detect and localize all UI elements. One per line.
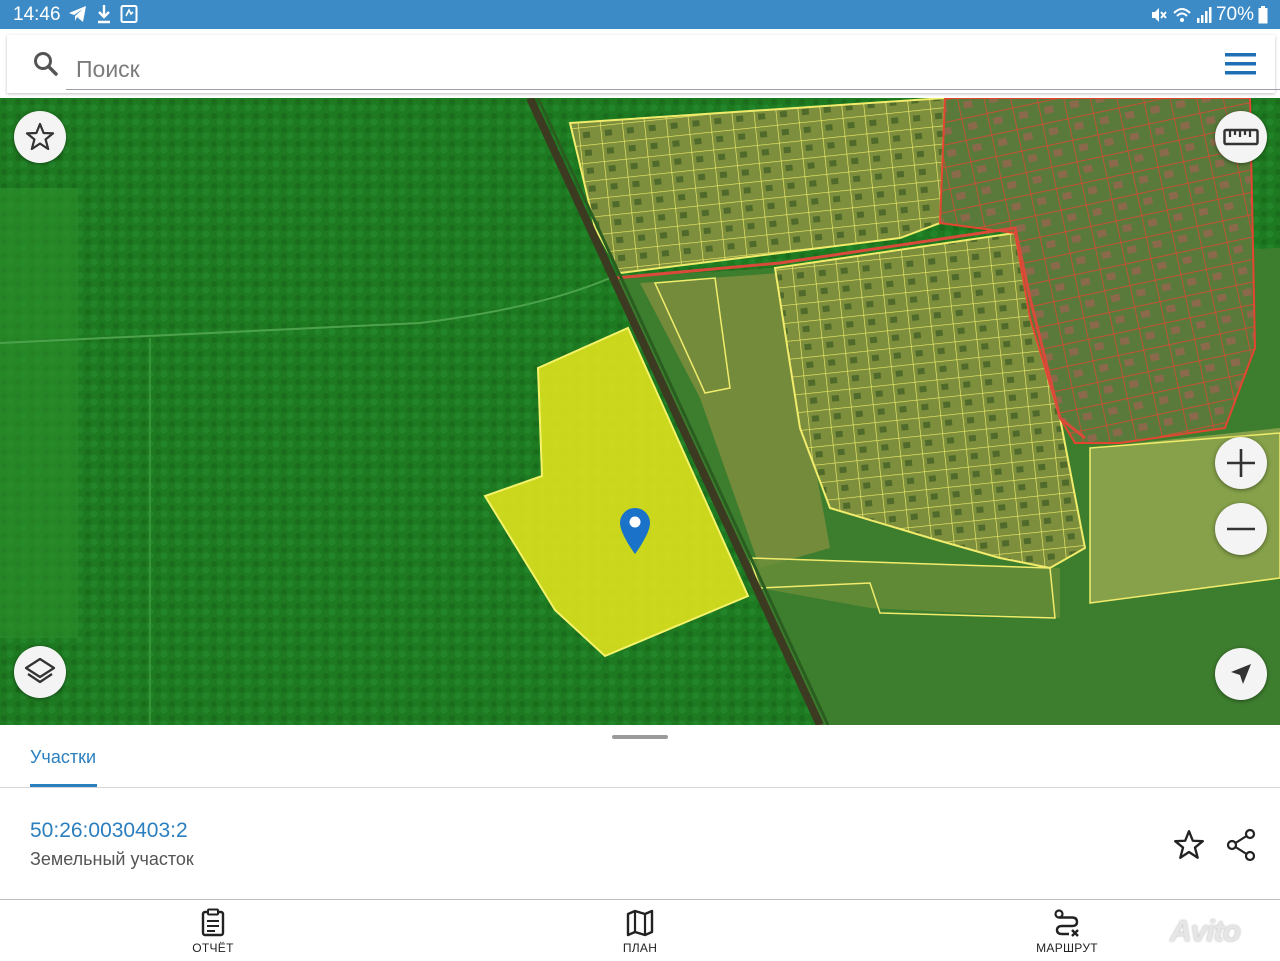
minus-icon <box>1227 527 1255 531</box>
avito-watermark: Avito <box>1170 915 1241 948</box>
battery-icon <box>1258 6 1268 24</box>
status-bar: 14:46 70% <box>0 0 1280 29</box>
bottom-navigation: ОТЧЁТ ПЛАН МАРШРУТ <box>0 899 1280 961</box>
ruler-icon <box>1223 128 1259 146</box>
clipboard-icon <box>120 5 138 23</box>
battery-percent: 70% <box>1215 4 1254 25</box>
divider <box>0 787 1280 788</box>
nav-plan[interactable]: ПЛАН <box>580 900 700 960</box>
nav-route[interactable]: МАРШРУТ <box>1007 900 1127 960</box>
wifi-icon <box>1173 8 1191 22</box>
nav-route-label: МАРШРУТ <box>1036 941 1098 955</box>
parcel-cadastral-number[interactable]: 50:26:0030403:2 <box>30 819 188 843</box>
navigation-arrow-icon <box>1231 664 1251 684</box>
search-icon[interactable] <box>33 51 59 77</box>
nav-plan-label: ПЛАН <box>622 941 658 955</box>
mute-icon <box>1151 8 1167 22</box>
favorite-button[interactable] <box>14 111 66 163</box>
signal-icon <box>1196 7 1212 23</box>
star-icon <box>25 122 55 151</box>
status-time: 14:46 <box>13 4 61 25</box>
zoom-out-button[interactable] <box>1215 503 1267 555</box>
map-view[interactable] <box>0 98 1280 725</box>
ruler-button[interactable] <box>1215 111 1267 163</box>
satellite-map[interactable] <box>0 98 1280 725</box>
map-icon <box>626 909 654 937</box>
star-icon[interactable] <box>1172 828 1206 862</box>
nav-report-label: ОТЧЁТ <box>192 941 234 955</box>
sheet-drag-handle[interactable] <box>612 735 668 739</box>
bottom-sheet: Участки 50:26:0030403:2 Земельный участо… <box>0 725 1280 899</box>
plus-icon <box>1227 449 1255 477</box>
report-icon <box>201 908 225 937</box>
download-icon <box>98 5 110 24</box>
nav-report[interactable]: ОТЧЁТ <box>153 900 273 960</box>
tab-parcels[interactable]: Участки <box>30 747 96 768</box>
search-bar <box>7 35 1280 93</box>
layers-icon <box>24 657 56 684</box>
layers-button[interactable] <box>14 646 66 698</box>
locate-button[interactable] <box>1215 648 1267 700</box>
search-input[interactable] <box>66 49 1280 90</box>
telegram-icon <box>69 6 86 22</box>
parcel-type: Земельный участок <box>30 849 194 869</box>
route-icon <box>1054 909 1079 937</box>
zoom-in-button[interactable] <box>1215 437 1267 489</box>
menu-icon[interactable] <box>1225 53 1257 75</box>
share-icon[interactable] <box>1225 828 1257 862</box>
